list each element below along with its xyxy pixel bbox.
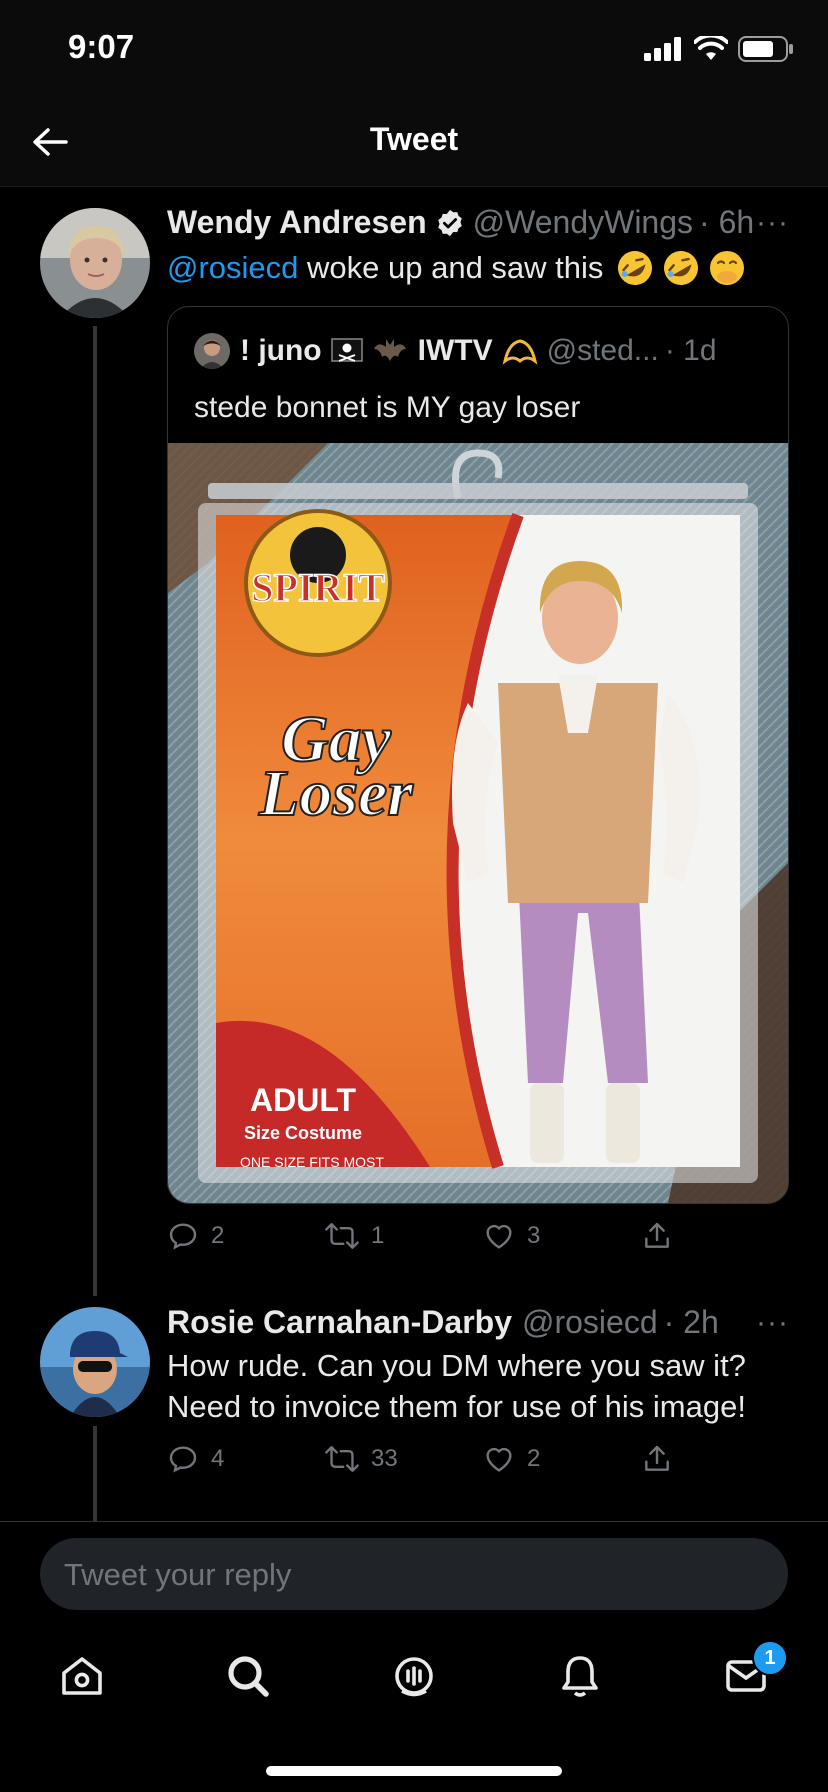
mention-link[interactable]: @rosiecd bbox=[167, 247, 298, 288]
reply-button[interactable]: 4 bbox=[167, 1443, 325, 1475]
rolling-on-floor-laughing-icon bbox=[664, 250, 699, 285]
share-icon bbox=[645, 1222, 669, 1248]
quote-author-suffix: IWTV bbox=[417, 334, 493, 367]
spirit-logo-text: SPIRIT bbox=[251, 565, 385, 610]
reply-body: How rude. Can you DM where you saw it? N… bbox=[167, 1345, 797, 1427]
costume-image[interactable]: SPIRIT Gay Loser ADULT Size Costume ONE … bbox=[168, 443, 788, 1203]
avatar-photo bbox=[40, 1307, 150, 1417]
reply-author-row: Rosie Carnahan-Darby @rosiecd · 2h bbox=[167, 1304, 767, 1341]
page-title: Tweet bbox=[369, 121, 459, 157]
heart-icon bbox=[486, 1447, 512, 1472]
reply-icon bbox=[169, 1223, 197, 1250]
tweet-text: woke up and saw this bbox=[298, 250, 604, 285]
wendy-avatar[interactable] bbox=[40, 208, 150, 318]
tab-search[interactable] bbox=[216, 1644, 280, 1708]
spaces-icon bbox=[395, 1657, 433, 1697]
retweet-button[interactable]: 33 bbox=[325, 1443, 483, 1475]
status-icons bbox=[644, 36, 794, 62]
retweet-icon bbox=[325, 1223, 359, 1249]
retweet-count: 1 bbox=[371, 1222, 385, 1249]
reply-button[interactable]: 2 bbox=[167, 1220, 325, 1252]
reply-count: 4 bbox=[211, 1445, 225, 1472]
verified-badge-icon bbox=[437, 209, 462, 236]
retweet-button[interactable]: 1 bbox=[325, 1220, 483, 1252]
like-count: 2 bbox=[527, 1445, 541, 1472]
reply-text-line1: How rude. Can you DM where you saw it? bbox=[167, 1348, 746, 1383]
reply-tweet-actions: 4 33 2 bbox=[167, 1443, 787, 1475]
adult-label: ADULT bbox=[250, 1082, 357, 1118]
reply-text-line2: Need to invoice them for use of his imag… bbox=[167, 1389, 746, 1424]
messages-badge: 1 bbox=[752, 1640, 788, 1676]
thread-line-continued bbox=[93, 1426, 97, 1522]
reply-count: 2 bbox=[211, 1222, 225, 1249]
search-icon bbox=[228, 1656, 269, 1697]
quote-time: · 1d bbox=[664, 334, 717, 367]
face-with-hand-over-mouth-icon bbox=[710, 250, 745, 285]
tweet-time: · 6h bbox=[699, 204, 755, 240]
costume-photo: SPIRIT Gay Loser ADULT Size Costume ONE … bbox=[168, 443, 788, 1203]
retweet-count: 33 bbox=[371, 1445, 398, 1472]
composer-divider bbox=[0, 1521, 828, 1522]
size-costume-label: Size Costume bbox=[244, 1123, 362, 1143]
author-name[interactable]: Wendy Andresen bbox=[167, 204, 427, 241]
like-count: 3 bbox=[527, 1222, 541, 1249]
reply-author-name[interactable]: Rosie Carnahan-Darby bbox=[167, 1304, 512, 1341]
quote-handle: @sted... bbox=[546, 334, 659, 367]
notifications-icon bbox=[562, 1656, 598, 1697]
avatar-photo bbox=[40, 208, 150, 318]
costume-title-line2: Loser bbox=[258, 757, 414, 830]
tweet-body: @rosiecd woke up and saw this bbox=[167, 247, 797, 288]
heart-icon bbox=[486, 1224, 512, 1249]
reply-composer-placeholder: Tweet your reply bbox=[64, 1557, 292, 1592]
home-indicator bbox=[266, 1766, 562, 1776]
like-button[interactable]: 2 bbox=[483, 1443, 641, 1475]
quote-author-row: ! juno IWTV @sted... · 1d bbox=[194, 333, 717, 369]
wifi-icon bbox=[694, 36, 728, 60]
main-tweet-actions: 2 1 3 bbox=[167, 1220, 787, 1252]
quote-author-name: ! juno bbox=[240, 334, 322, 367]
bat-icon bbox=[373, 339, 406, 361]
share-button[interactable] bbox=[641, 1443, 673, 1475]
retweet-icon bbox=[325, 1446, 359, 1472]
quote-avatar bbox=[194, 333, 230, 369]
more-options-icon[interactable]: ··· bbox=[756, 1306, 789, 1340]
status-time: 9:07 bbox=[68, 28, 135, 65]
thread-line bbox=[93, 326, 97, 1296]
share-button[interactable] bbox=[641, 1220, 673, 1252]
quoted-tweet-card[interactable]: ! juno IWTV @sted... · 1d stede bonnet i… bbox=[167, 306, 789, 1204]
vampire-cape-icon bbox=[502, 339, 537, 365]
tab-home[interactable] bbox=[50, 1644, 114, 1708]
rolling-on-floor-laughing-icon bbox=[618, 250, 653, 285]
tweet-author-row: Wendy Andresen @WendyWings · 6h bbox=[167, 204, 797, 241]
share-icon bbox=[645, 1445, 669, 1471]
pirate-flag-icon bbox=[330, 338, 363, 362]
author-handle[interactable]: @WendyWings bbox=[473, 204, 693, 241]
one-size-label: ONE SIZE FITS MOST bbox=[240, 1154, 384, 1170]
cellular-signal-icon bbox=[644, 37, 681, 61]
more-options-icon[interactable]: ··· bbox=[756, 206, 789, 240]
like-button[interactable]: 3 bbox=[483, 1220, 641, 1252]
tab-notifications[interactable] bbox=[548, 1644, 612, 1708]
quote-text: stede bonnet is MY gay loser bbox=[194, 391, 581, 424]
tab-spaces[interactable] bbox=[382, 1644, 446, 1708]
battery-icon bbox=[738, 36, 793, 62]
reply-time: · 2h bbox=[663, 1304, 719, 1340]
home-icon bbox=[62, 1657, 102, 1695]
reply-author-handle[interactable]: @rosiecd bbox=[522, 1304, 658, 1341]
reply-icon bbox=[169, 1446, 197, 1473]
rosie-avatar[interactable] bbox=[40, 1307, 150, 1417]
